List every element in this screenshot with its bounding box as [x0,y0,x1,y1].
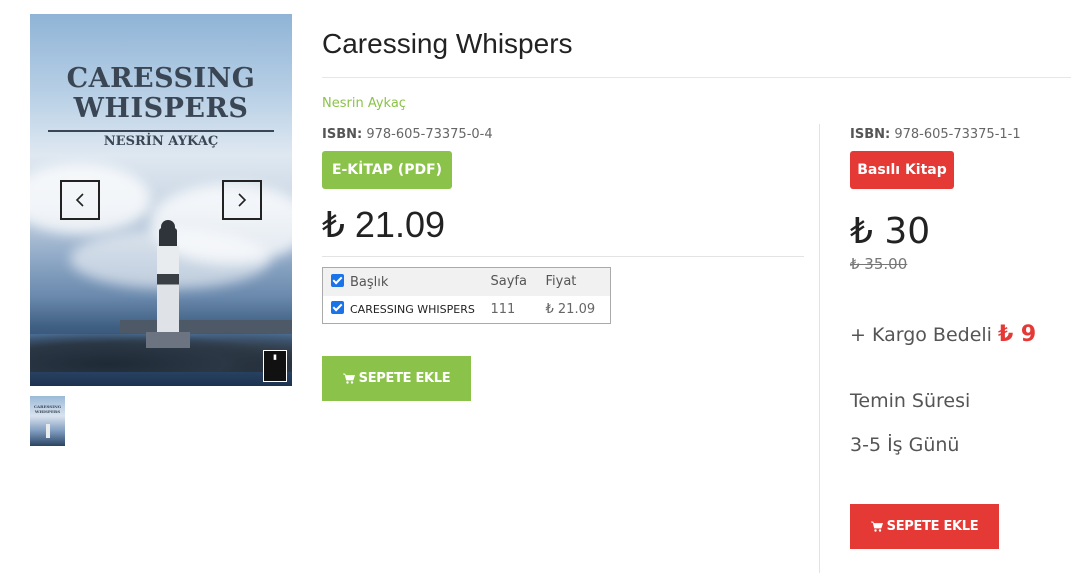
select-all-checkbox[interactable] [331,273,344,287]
ebook-isbn-label: ISBN: [322,127,363,142]
chevron-right-icon [238,193,247,207]
table-row: CARESSING WHISPERS 111 ₺ 21.09 [323,296,611,324]
shipping-cost: + Kargo Bedeli ₺ 9 [850,322,1036,347]
cover-rule [48,130,274,132]
print-format-button[interactable]: Basılı Kitap [850,151,954,189]
print-isbn-label: ISBN: [850,127,891,142]
print-old-price: ₺ 35.00 [850,255,908,273]
table-cell-pages: 111 [490,301,516,317]
lighthouse-lamp [159,228,177,248]
table-header-title: Başlık [323,268,483,296]
chevron-left-icon [75,193,84,207]
item-checkbox[interactable] [331,301,344,315]
lighthouse-tower [157,246,179,334]
author-link[interactable]: Nesrin Aykaç [322,96,406,111]
table-cell-title: CARESSING WHISPERS [323,296,483,324]
column-divider [819,124,820,573]
shipping-label: + Kargo Bedeli [850,324,992,346]
table-header-label: Başlık [350,274,389,290]
table-header-row: Başlık Sayfa Fiyat [322,267,611,296]
cover-thumbnail[interactable]: CARESSING WHISPERS [30,396,65,446]
cover-title: CARESSING WHISPERS [30,64,292,124]
ebook-isbn-value: 978-605-73375-0-4 [366,127,493,142]
ebook-isbn: ISBN: 978-605-73375-0-4 [322,127,493,142]
title-divider [322,77,1071,78]
thumbnail-tower [46,424,50,438]
publisher-logo: ▮ [263,350,287,382]
print-add-to-cart-label: SEPETE EKLE [886,519,979,534]
ebook-price: ₺ 21.09 [322,204,445,245]
ebook-items-table: Başlık Sayfa Fiyat CARESSING WHISPERS 11… [322,267,611,324]
product-title: Caressing Whispers [322,28,573,59]
item-title: CARESSING WHISPERS [350,303,475,317]
print-isbn: ISBN: 978-605-73375-1-1 [850,127,1021,142]
thumbnail-title: CARESSING WHISPERS [33,404,62,414]
print-isbn-value: 978-605-73375-1-1 [894,127,1021,142]
ebook-format-button[interactable]: E-KİTAP (PDF) [322,151,452,189]
print-price: ₺ 30 [850,211,931,252]
ebook-add-to-cart-label: SEPETE EKLE [358,371,451,386]
table-header-pages: Sayfa [490,274,527,290]
cover-title-line: CARESSING [66,63,256,94]
ebook-price-divider [322,256,804,257]
shipping-amount: ₺ 9 [997,322,1037,347]
cover-author: NESRİN AYKAÇ [103,134,219,149]
table-header-price: Fiyat [545,274,577,290]
table-cell-price: ₺ 21.09 [545,301,596,317]
cart-icon [870,521,883,532]
ebook-add-to-cart-button[interactable]: SEPETE EKLE [322,356,471,401]
cover-title-line: WHISPERS [73,93,249,124]
cart-icon [342,373,355,384]
gallery-prev-button[interactable] [60,180,100,220]
lighthouse-base [146,332,190,348]
supply-time-value: 3-5 İş Günü [850,434,960,456]
supply-time-label: Temin Süresi [850,390,971,412]
print-add-to-cart-button[interactable]: SEPETE EKLE [850,504,999,549]
gallery-next-button[interactable] [222,180,262,220]
